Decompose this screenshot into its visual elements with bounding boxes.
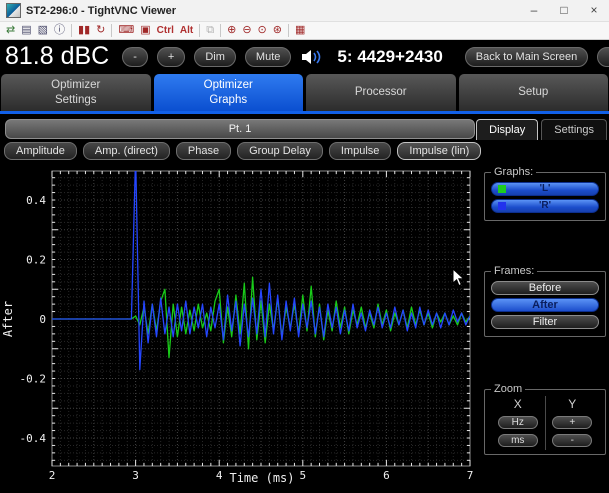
zoom-100-icon[interactable]: ⊙: [258, 23, 267, 38]
send-keys-icon[interactable]: ▣: [140, 23, 150, 38]
svg-text:0: 0: [39, 313, 46, 326]
graph-l-label: 'L': [540, 183, 551, 194]
vnc-viewer-window: ST2-296:0 - TightVNC Viewer – □ × ⇄ ▤ ▧ …: [0, 0, 609, 493]
refresh-icon[interactable]: ↻: [96, 23, 105, 38]
right-trace-swatch: [498, 202, 506, 210]
toolbar-separator: [220, 24, 221, 37]
level-readout: 81.8 dBC: [5, 42, 109, 71]
svg-text:After: After: [1, 301, 15, 337]
zoom-out-icon[interactable]: ⊖: [242, 23, 251, 38]
toolbar-separator: [111, 24, 112, 37]
tightvnc-logo-icon: [6, 3, 21, 18]
zoom-y-minus-button[interactable]: -: [552, 434, 592, 447]
connection-options-icon[interactable]: ▧: [38, 23, 48, 38]
volume-down-button[interactable]: -: [122, 47, 148, 67]
svg-text:6: 6: [383, 469, 390, 482]
svg-text:-0.4: -0.4: [20, 432, 47, 445]
zoom-y-label: Y: [568, 397, 576, 411]
tab-optimizer-graphs[interactable]: Optimizer Graphs: [154, 74, 304, 111]
speaker-icon: [300, 49, 324, 65]
zoom-group: Zoom X Hz ms Y + -: [484, 383, 606, 455]
file-transfer-icon[interactable]: ⧉: [206, 23, 214, 38]
tab-setup[interactable]: Setup: [459, 74, 609, 111]
main-tab-bar: Optimizer Settings Optimizer Graphs Proc…: [0, 73, 609, 111]
alt-key-button[interactable]: Alt: [180, 23, 193, 38]
tab-impulse[interactable]: Impulse: [329, 142, 392, 160]
svg-text:7: 7: [467, 469, 474, 482]
zoom-x-ms-button[interactable]: ms: [498, 434, 538, 447]
minimize-button[interactable]: –: [519, 0, 549, 22]
graph-r-label: 'R': [539, 200, 551, 211]
ctrl-alt-del-icon[interactable]: ⌨: [118, 23, 134, 38]
graphs-group-legend: Graphs:: [491, 166, 536, 178]
svg-text:4: 4: [216, 469, 223, 482]
svg-text:0.2: 0.2: [26, 254, 46, 267]
maximize-button[interactable]: □: [549, 0, 579, 22]
tab-settings-side[interactable]: Settings: [541, 119, 607, 140]
zoom-x-hz-button[interactable]: Hz: [498, 416, 538, 429]
impulse-plot[interactable]: 0.4 0.2 0 -0.2 -0.4 2 3 4 5 6 7 Time (ms) After: [0, 166, 479, 493]
connection-info-icon[interactable]: ⓘ: [54, 23, 65, 38]
svg-text:3: 3: [132, 469, 139, 482]
back-to-main-screen-button[interactable]: Back to Main Screen: [465, 47, 589, 67]
tab-amplitude[interactable]: Amplitude: [4, 142, 77, 160]
zoom-y-plus-button[interactable]: +: [552, 416, 592, 429]
tab-display[interactable]: Display: [476, 119, 538, 140]
bypass-button[interactable]: Bypass: [597, 47, 609, 67]
window-title: ST2-296:0 - TightVNC Viewer: [26, 5, 519, 17]
window-titlebar: ST2-296:0 - TightVNC Viewer – □ ×: [0, 0, 609, 22]
toolbar-separator: [199, 24, 200, 37]
dim-button[interactable]: Dim: [194, 47, 236, 67]
frame-before-button[interactable]: Before: [491, 281, 599, 295]
tab-processor[interactable]: Processor: [306, 74, 456, 111]
point-selector-bar[interactable]: Pt. 1: [5, 119, 475, 139]
svg-text:0.4: 0.4: [26, 194, 46, 207]
pause-icon[interactable]: ▮▮: [78, 23, 90, 38]
svg-text:5: 5: [299, 469, 306, 482]
graphs-content: Pt. 1 Display Settings Amplitude Amp. (d…: [0, 114, 609, 493]
zoom-fit-icon[interactable]: ⊛: [273, 23, 282, 38]
tab-impulse-lin[interactable]: Impulse (lin): [397, 142, 481, 160]
mute-button[interactable]: Mute: [245, 47, 291, 67]
toolbar-separator: [288, 24, 289, 37]
graph-l-toggle-button[interactable]: 'L': [491, 182, 599, 196]
app-header: 81.8 dBC - + Dim Mute 5: 4429+2430 Back …: [0, 40, 609, 73]
svg-text:Time (ms): Time (ms): [229, 471, 294, 485]
close-button[interactable]: ×: [579, 0, 609, 22]
tab-phase[interactable]: Phase: [176, 142, 231, 160]
svg-text:2: 2: [49, 469, 56, 482]
toolbar-separator: [71, 24, 72, 37]
frame-filter-button[interactable]: Filter: [491, 315, 599, 329]
zoom-x-label: X: [514, 397, 522, 411]
tab-amp-direct[interactable]: Amp. (direct): [83, 142, 170, 160]
frame-after-button[interactable]: After: [491, 298, 599, 312]
tab-group-delay[interactable]: Group Delay: [237, 142, 323, 160]
left-trace-swatch: [498, 185, 506, 193]
graph-r-toggle-button[interactable]: 'R': [491, 199, 599, 213]
volume-up-button[interactable]: +: [157, 47, 185, 67]
frames-group-legend: Frames:: [491, 265, 537, 277]
vnc-toolbar: ⇄ ▤ ▧ ⓘ ▮▮ ↻ ⌨ ▣ Ctrl Alt ⧉ ⊕ ⊖ ⊙ ⊛ ▦: [0, 22, 609, 40]
preset-readout: 5: 4429+2430: [337, 47, 442, 67]
frames-group: Frames: Before After Filter: [484, 265, 606, 337]
fullscreen-icon[interactable]: ▦: [295, 23, 305, 38]
graphs-group: Graphs: 'L' 'R': [484, 166, 606, 221]
save-session-icon[interactable]: ▤: [21, 23, 31, 38]
optimizer-app: 81.8 dBC - + Dim Mute 5: 4429+2430 Back …: [0, 40, 609, 493]
zoom-in-icon[interactable]: ⊕: [227, 23, 236, 38]
graph-type-tab-bar: Amplitude Amp. (direct) Phase Group Dela…: [4, 142, 481, 160]
new-connection-icon[interactable]: ⇄: [6, 23, 15, 38]
zoom-group-legend: Zoom: [491, 383, 525, 395]
svg-text:-0.2: -0.2: [20, 373, 47, 386]
side-tab-bar: Display Settings: [476, 119, 607, 140]
ctrl-key-button[interactable]: Ctrl: [157, 23, 174, 38]
tab-optimizer-settings[interactable]: Optimizer Settings: [1, 74, 151, 111]
display-panel: Graphs: 'L' 'R' Frames: Before After Fil…: [480, 166, 609, 493]
